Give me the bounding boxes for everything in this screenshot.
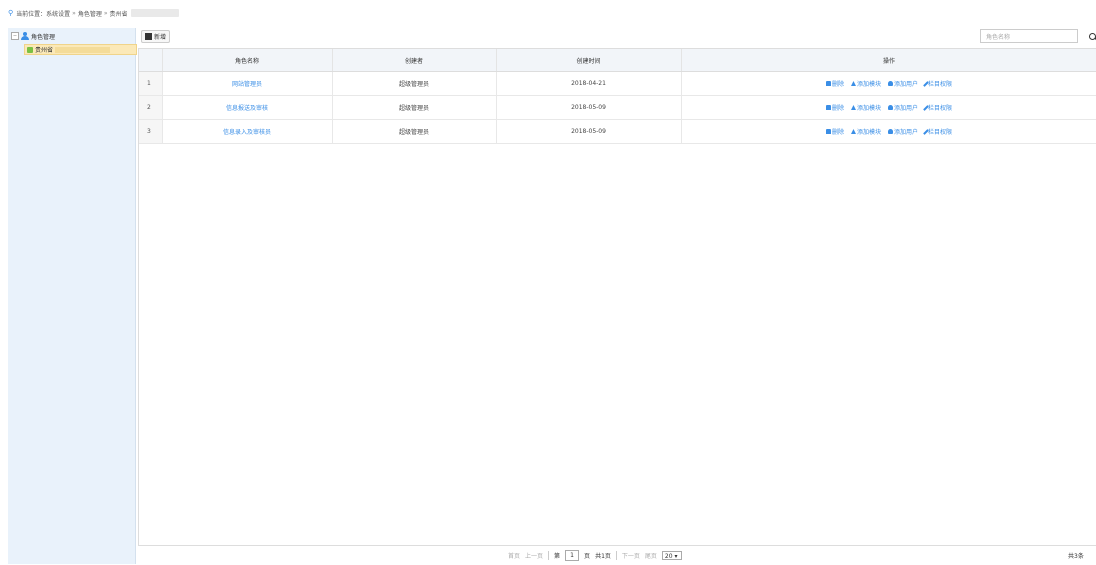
- add-module-link[interactable]: 添加模块: [850, 79, 881, 88]
- breadcrumb-item-roles[interactable]: 角色管理: [78, 9, 102, 18]
- tree-node-role-management[interactable]: − 角色管理: [11, 31, 55, 41]
- trash-icon: [825, 105, 831, 110]
- row-number: 2: [139, 95, 163, 120]
- breadcrumb-item-province[interactable]: 贵州省: [110, 9, 128, 18]
- trash-icon: [825, 81, 831, 86]
- page-size-select[interactable]: 20 ▾: [661, 551, 682, 560]
- add-button[interactable]: 新增: [141, 30, 171, 43]
- sitemap-icon: [850, 81, 856, 86]
- add-button-label: 新增: [154, 34, 167, 41]
- delete-label: 删除: [831, 129, 844, 136]
- add-module-label: 添加模块: [856, 81, 881, 88]
- collapse-toggle-icon[interactable]: −: [11, 32, 19, 40]
- add-module-link[interactable]: 添加模块: [850, 103, 881, 112]
- search-placeholder: 角色名称: [986, 33, 1011, 41]
- divider: [615, 551, 617, 560]
- header-created-time[interactable]: 创建时间: [496, 49, 682, 72]
- row-number: 1: [139, 71, 163, 96]
- table-row[interactable]: 3 信息录入及审核员 超级管理员 2018-05-09 删除 添加模块 添加用户…: [139, 119, 1096, 144]
- breadcrumb-separator: »: [72, 9, 76, 17]
- trash-icon: [825, 129, 831, 134]
- breadcrumb-prefix: 当前位置：: [16, 10, 47, 18]
- prev-page-button[interactable]: 上一页: [525, 551, 543, 560]
- sitemap-icon: [850, 129, 856, 134]
- table-row[interactable]: 2 信息报送及审核 超级管理员 2018-05-09 删除 添加模块 添加用户 …: [139, 95, 1096, 120]
- sitemap-icon: [850, 105, 856, 110]
- search-button[interactable]: [1082, 29, 1096, 43]
- total-pages: 共1页: [595, 553, 611, 560]
- add-user-icon: [888, 105, 893, 110]
- role-name-link[interactable]: 信息报送及审核: [162, 95, 333, 120]
- header-rownum: [139, 49, 163, 72]
- breadcrumb-item-system[interactable]: 系统设置: [46, 9, 70, 18]
- table-header-row: 角色名称 创建者 创建时间 操作: [139, 49, 1096, 72]
- redacted-text: [55, 46, 111, 53]
- role-name-link[interactable]: 信息录入及审核员: [162, 119, 333, 144]
- table-row[interactable]: 1 网站管理员 超级管理员 2018-04-21 删除 添加模块 添加用户 栏目…: [139, 71, 1096, 96]
- column-permission-label: 栏目权限: [928, 105, 953, 112]
- actions-cell: 删除 添加模块 添加用户 栏目权限: [681, 71, 1096, 96]
- page-number-input[interactable]: 1: [565, 550, 580, 561]
- actions-cell: 删除 添加模块 添加用户 栏目权限: [681, 119, 1096, 144]
- add-user-label: 添加用户: [894, 129, 919, 136]
- breadcrumb: ⚲ 当前位置： 系统设置 » 角色管理 » 贵州省: [8, 7, 179, 19]
- breadcrumb-separator: »: [103, 9, 108, 17]
- pagination-controls: 首页 上一页 第 1 页 共1页 下一页 尾页 20 ▾: [508, 550, 682, 561]
- next-page-button[interactable]: 下一页: [622, 551, 640, 560]
- page-size-value: 20: [664, 553, 673, 560]
- total-records: 共3条: [1068, 553, 1084, 560]
- add-user-link[interactable]: 添加用户: [888, 103, 918, 112]
- column-permission-label: 栏目权限: [928, 81, 953, 88]
- creator-cell: 超级管理员: [332, 71, 497, 96]
- delete-link[interactable]: 删除: [825, 103, 844, 112]
- delete-link[interactable]: 删除: [825, 127, 844, 136]
- add-module-link[interactable]: 添加模块: [850, 127, 881, 136]
- add-icon: [145, 33, 152, 40]
- tree-node-label: 角色管理: [31, 33, 56, 41]
- toolbar: 新增 角色名称: [138, 29, 1096, 43]
- add-user-label: 添加用户: [894, 105, 919, 112]
- first-page-button[interactable]: 首页: [508, 551, 520, 560]
- role-name-search-input[interactable]: 角色名称: [980, 29, 1078, 43]
- column-permission-link[interactable]: 栏目权限: [923, 127, 953, 136]
- redacted-text: [130, 9, 179, 17]
- column-permission-link[interactable]: 栏目权限: [923, 79, 953, 88]
- delete-label: 删除: [831, 105, 844, 112]
- column-permission-link[interactable]: 栏目权限: [923, 103, 953, 112]
- column-permission-label: 栏目权限: [928, 129, 953, 136]
- add-user-label: 添加用户: [894, 81, 919, 88]
- creator-cell: 超级管理员: [332, 95, 497, 120]
- add-module-label: 添加模块: [856, 129, 881, 136]
- delete-label: 删除: [831, 81, 844, 88]
- user-group-icon: [21, 32, 29, 40]
- page-prefix: 第: [554, 553, 561, 560]
- created-time-cell: 2018-04-21: [496, 71, 682, 96]
- last-page-button[interactable]: 尾页: [645, 551, 657, 560]
- row-number: 3: [139, 119, 163, 144]
- delete-link[interactable]: 删除: [825, 79, 844, 88]
- header-role-name[interactable]: 角色名称: [162, 49, 333, 72]
- sidebar-tree: − 角色管理 贵州省: [8, 28, 137, 564]
- add-module-label: 添加模块: [856, 105, 881, 112]
- divider: [548, 551, 550, 560]
- page-suffix: 页: [584, 553, 591, 560]
- location-pin-icon: ⚲: [8, 9, 14, 17]
- node-icon: [27, 46, 33, 53]
- header-actions: 操作: [681, 49, 1096, 72]
- actions-cell: 删除 添加模块 添加用户 栏目权限: [681, 95, 1096, 120]
- tree-node-province[interactable]: 贵州省: [24, 44, 137, 55]
- search-icon: [1088, 32, 1096, 40]
- header-creator[interactable]: 创建者: [332, 49, 497, 72]
- add-user-icon: [888, 129, 893, 134]
- pagination-bar: 首页 上一页 第 1 页 共1页 下一页 尾页 20 ▾ 共3条: [138, 545, 1096, 565]
- add-user-link[interactable]: 添加用户: [888, 127, 918, 136]
- creator-cell: 超级管理员: [332, 119, 497, 144]
- created-time-cell: 2018-05-09: [496, 95, 682, 120]
- add-user-link[interactable]: 添加用户: [888, 79, 918, 88]
- role-name-link[interactable]: 网站管理员: [162, 71, 333, 96]
- add-user-icon: [888, 81, 893, 86]
- created-time-cell: 2018-05-09: [496, 119, 682, 144]
- role-table: 角色名称 创建者 创建时间 操作 1 网站管理员 超级管理员 2018-04-2…: [138, 48, 1096, 565]
- tree-node-label: 贵州省: [35, 47, 54, 54]
